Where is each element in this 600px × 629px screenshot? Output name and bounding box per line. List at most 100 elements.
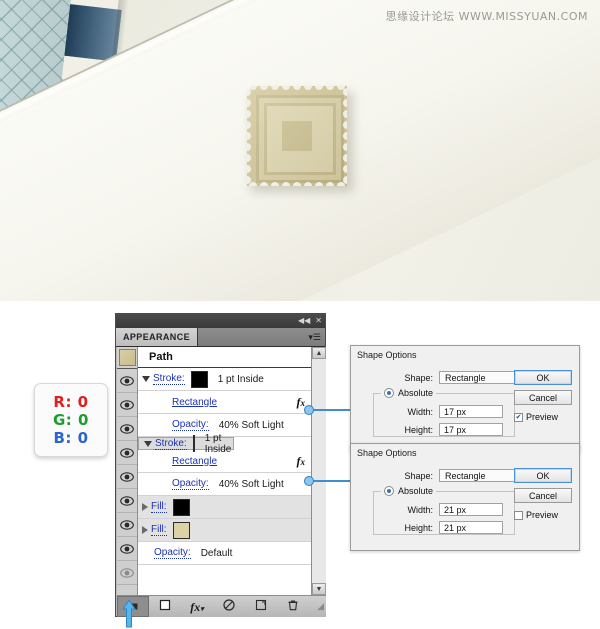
- preview-checkbox-1[interactable]: ✔: [514, 412, 523, 422]
- effect-name-link[interactable]: Rectangle: [172, 456, 217, 467]
- cursor-arrow-icon: [122, 600, 136, 628]
- visibility-toggle[interactable]: [117, 513, 137, 537]
- appearance-row-opacity[interactable]: Opacity: Default: [138, 542, 311, 565]
- fill-color-swatch[interactable]: [172, 521, 190, 539]
- eye-icon: [120, 375, 134, 386]
- scroll-down-arrow[interactable]: ▼: [312, 583, 326, 595]
- add-new-effect-button[interactable]: fx▾: [181, 596, 213, 617]
- opacity-value: 40% Soft Light: [218, 478, 284, 490]
- stamp-body: [243, 82, 351, 190]
- cancel-button-1[interactable]: Cancel: [514, 390, 572, 405]
- panel-menu-icon[interactable]: ▾☰: [308, 332, 321, 342]
- stroke-color-swatch[interactable]: [190, 370, 208, 388]
- panel-scrollbar[interactable]: ▲ ▼: [312, 347, 326, 595]
- tab-appearance[interactable]: APPEARANCE: [116, 328, 199, 346]
- opacity-link[interactable]: Opacity:: [154, 547, 191, 559]
- preview-label-1: Preview: [526, 412, 559, 422]
- fx-icon[interactable]: fx: [297, 454, 306, 469]
- close-icon[interactable]: ✕: [315, 317, 322, 325]
- eye-icon: [120, 471, 134, 482]
- disclosure-triangle-closed[interactable]: [142, 503, 148, 511]
- shape-options-dialog-1[interactable]: Shape Options Shape: Rectangle ▼ Absolut…: [350, 345, 580, 453]
- appearance-row-fill[interactable]: Fill:: [138, 496, 311, 519]
- appearance-header-row[interactable]: Path: [138, 347, 311, 368]
- appearance-row-effect[interactable]: Rectangle fx: [138, 391, 311, 414]
- eye-icon: [120, 567, 134, 578]
- absolute-radio-1[interactable]: [384, 388, 394, 398]
- appearance-row-stroke[interactable]: Stroke: 1 pt Inside: [138, 368, 311, 391]
- visibility-toggle[interactable]: [117, 393, 137, 417]
- eye-icon: [120, 447, 134, 458]
- width-input-1[interactable]: 17 px: [439, 405, 503, 418]
- appearance-rows: Path Stroke: 1 pt Inside Rectangle fx Opacity…: [138, 347, 312, 595]
- shape-select-value-2: Rectangle: [445, 470, 486, 481]
- preview-checkbox-2[interactable]: [514, 510, 523, 520]
- scroll-track[interactable]: [312, 359, 326, 583]
- ok-button-2[interactable]: OK: [514, 468, 572, 483]
- connector-knob-bottom: [304, 476, 314, 486]
- appearance-row-opacity[interactable]: Opacity: 40% Soft Light: [138, 473, 311, 496]
- shape-options-dialog-2[interactable]: Shape Options Shape: Rectangle ▼ Absolut…: [350, 443, 580, 551]
- eye-icon: [120, 495, 134, 506]
- eye-icon: [120, 519, 134, 530]
- dialog-body-1: Shape: Rectangle ▼ Absolute Width: 17 px…: [351, 363, 579, 441]
- ok-button-1[interactable]: OK: [514, 370, 572, 385]
- visibility-toggle[interactable]: [117, 417, 137, 441]
- visibility-toggle[interactable]: [117, 489, 137, 513]
- fill-color-swatch[interactable]: [172, 498, 190, 516]
- rgb-color-callout: R: 0 G: 0 B: 0: [34, 383, 108, 457]
- eye-icon: [120, 543, 134, 554]
- absolute-label-2: Absolute: [398, 486, 434, 496]
- duplicate-icon: [255, 598, 267, 616]
- fill-link[interactable]: Fill:: [151, 501, 167, 513]
- height-input-1[interactable]: 17 px: [439, 423, 503, 436]
- artwork-canvas: 思缘设计论坛 WWW.MISSYUAN.COM: [0, 0, 600, 301]
- eye-icon: [120, 399, 134, 410]
- fill-link[interactable]: Fill:: [151, 524, 167, 536]
- width-input-2[interactable]: 21 px: [439, 503, 503, 516]
- stroke-link[interactable]: Stroke:: [153, 373, 185, 385]
- opacity-link[interactable]: Opacity:: [172, 419, 209, 431]
- effect-name-link[interactable]: Rectangle: [172, 397, 217, 408]
- panel-footer-toolbar: fx▾ ◢: [117, 595, 326, 617]
- stamp-gloss: [247, 86, 347, 186]
- panel-tabbar: APPEARANCE ▾☰: [116, 328, 325, 347]
- duplicate-item-button[interactable]: [245, 596, 277, 617]
- collapse-icon[interactable]: ◀◀: [298, 317, 310, 325]
- delete-item-button[interactable]: [277, 596, 309, 617]
- width-label-1: Width:: [407, 406, 433, 417]
- panel-titlebar: ◀◀ ✕: [116, 314, 325, 328]
- resize-grip[interactable]: ◢: [317, 601, 324, 612]
- visibility-toggle[interactable]: [117, 465, 137, 489]
- absolute-radio-2[interactable]: [384, 486, 394, 496]
- fx-icon: fx▾: [190, 599, 204, 614]
- appearance-row-effect[interactable]: Rectangle fx: [138, 450, 311, 473]
- disclosure-triangle-closed[interactable]: [142, 526, 148, 534]
- visibility-toggle[interactable]: [117, 561, 137, 585]
- fill-square-icon: [159, 598, 171, 616]
- clear-appearance-button[interactable]: [213, 596, 245, 617]
- visibility-toggle[interactable]: [117, 369, 137, 393]
- scroll-up-arrow[interactable]: ▲: [312, 347, 326, 359]
- preview-label-2: Preview: [526, 510, 559, 520]
- rgb-green-value: G: 0: [53, 410, 89, 429]
- visibility-toggle[interactable]: [117, 441, 137, 465]
- dialog-title-1: Shape Options: [357, 350, 417, 360]
- shape-label-1: Shape:: [404, 372, 433, 383]
- eye-icon: [120, 423, 134, 434]
- cancel-button-2[interactable]: Cancel: [514, 488, 572, 503]
- disclosure-triangle-open[interactable]: [142, 376, 150, 382]
- opacity-link[interactable]: Opacity:: [172, 478, 209, 490]
- add-new-fill-button[interactable]: [149, 596, 181, 617]
- disclosure-triangle-open[interactable]: [144, 440, 152, 447]
- width-label-2: Width:: [407, 504, 433, 515]
- height-input-2[interactable]: 21 px: [439, 521, 503, 534]
- appearance-row-stroke[interactable]: Stroke: 1 pt Inside: [138, 433, 234, 455]
- visibility-toggle[interactable]: [117, 537, 137, 561]
- appearance-row-fill[interactable]: Fill:: [138, 519, 311, 542]
- dialog-title-2: Shape Options: [357, 448, 417, 458]
- stroke-link[interactable]: Stroke:: [155, 438, 187, 450]
- height-label-1: Height:: [404, 424, 433, 435]
- visibility-column: [117, 347, 138, 595]
- opacity-value: Default: [200, 547, 233, 559]
